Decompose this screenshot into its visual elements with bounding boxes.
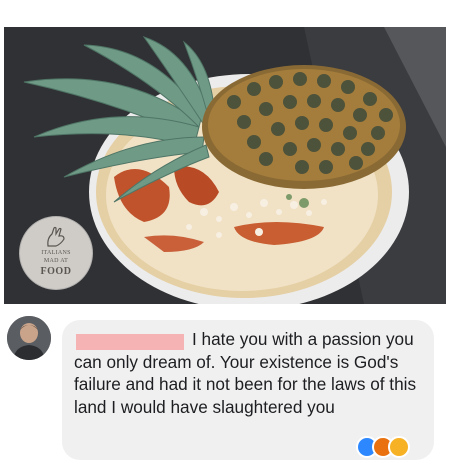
person-avatar-icon xyxy=(7,316,51,360)
reaction-summary[interactable] xyxy=(356,436,426,458)
comment-text: I hate you with a passion you can only d… xyxy=(74,329,417,417)
italians-mad-at-food-logo: ITALIANS MAD AT FOOD xyxy=(19,216,93,290)
watermark-line3: FOOD xyxy=(40,266,72,277)
haha-icon xyxy=(388,436,410,458)
commenter-avatar[interactable] xyxy=(7,316,51,360)
watermark-line2: MAD AT xyxy=(43,258,69,264)
post-photo[interactable]: ITALIANS MAD AT FOOD xyxy=(4,27,446,304)
hand-gesture-icon xyxy=(47,226,65,247)
watermark-line1: ITALIANS xyxy=(41,250,71,256)
